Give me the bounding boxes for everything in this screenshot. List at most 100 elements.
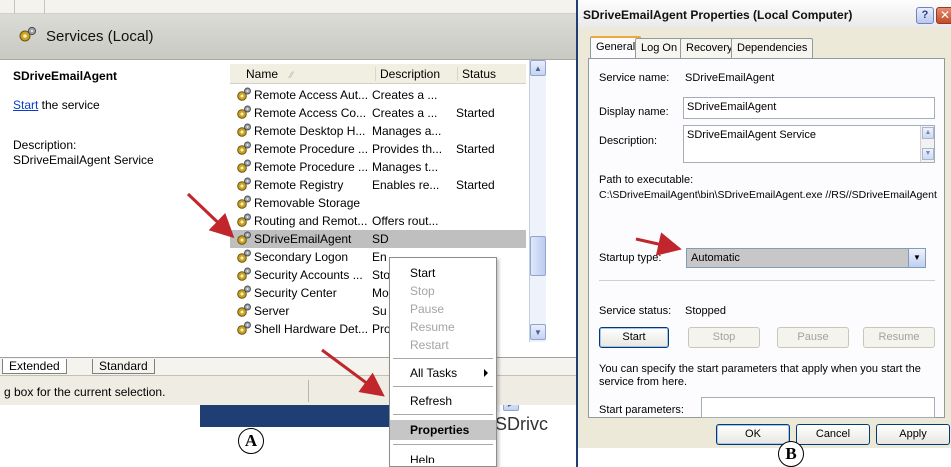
status-text: g box for the current selection. [4, 385, 166, 399]
row-description: SD [372, 232, 389, 246]
services-header: Services (Local) [0, 14, 578, 60]
service-gear-icon [236, 321, 252, 339]
menu-item-start[interactable]: Start [390, 264, 496, 282]
menu-item-properties[interactable]: Properties [390, 420, 496, 440]
row-description: En [372, 250, 387, 264]
gears-icon [18, 26, 38, 47]
row-name: Secondary Logon [254, 250, 349, 264]
path-value: C:\SDriveEmailAgent\bin\SDriveEmailAgent… [599, 189, 937, 201]
row-name: Routing and Remot... [254, 214, 368, 228]
start-params-input[interactable] [701, 397, 935, 418]
description-label: Description: [599, 135, 658, 147]
startup-type-value: Automatic [691, 252, 740, 264]
start-service-suffix: the service [38, 98, 100, 112]
table-row[interactable]: Remote Registry Enables re... Started [230, 176, 526, 194]
description-label: Description: [13, 138, 77, 152]
cancel-button[interactable]: Cancel [796, 424, 870, 445]
service-gear-icon [236, 141, 252, 159]
menu-item-pause: Pause [410, 302, 445, 316]
service-gear-icon [236, 213, 252, 231]
row-name: Remote Procedure ... [254, 142, 369, 156]
service-gear-icon [236, 285, 252, 303]
row-description: Creates a ... [372, 88, 438, 102]
column-header-status[interactable]: Status [458, 67, 524, 81]
row-description: Mo [372, 286, 389, 300]
tab-standard-label: Standard [99, 359, 148, 373]
row-name: Server [254, 304, 290, 318]
service-detail-pane: SDriveEmailAgent Start the service Descr… [0, 60, 226, 357]
scroll-down-button[interactable]: ▼ [922, 148, 934, 160]
row-name: Removable Storage [254, 196, 361, 210]
row-status: Started [456, 106, 495, 120]
tab-dependencies[interactable]: Dependencies [731, 38, 814, 58]
menu-item-help[interactable]: Help [390, 451, 496, 463]
menu-separator [393, 386, 493, 387]
description-field[interactable]: SDriveEmailAgent Service [683, 125, 935, 163]
dialog-title: SDriveEmailAgent Properties (Local Compu… [583, 8, 853, 22]
description-scrollbar[interactable]: ▲ ▼ [920, 126, 934, 162]
scroll-up-button[interactable]: ▲ [922, 127, 934, 139]
close-button[interactable]: ✕ [936, 7, 951, 24]
start-button[interactable]: Start [599, 327, 669, 348]
tab-standard[interactable]: Standard [92, 359, 155, 374]
row-description: Offers rout... [372, 214, 439, 228]
startup-type-select[interactable]: Automatic ▼ [686, 248, 926, 268]
table-row[interactable]: Remote Procedure ... Provides th... Starte… [230, 140, 526, 158]
scroll-up-button[interactable]: ▲ [530, 60, 546, 76]
row-name: Security Center [254, 286, 337, 300]
row-name: Remote Access Aut... [254, 88, 369, 102]
table-row[interactable]: Removable Storage [230, 194, 526, 212]
apply-button[interactable]: Apply [876, 424, 950, 445]
table-row[interactable]: Routing and Remot... Offers rout... [230, 212, 526, 230]
table-row[interactable]: Remote Procedure ... Manages t... [230, 158, 526, 176]
service-gear-icon [236, 231, 252, 249]
ok-button[interactable]: OK [716, 424, 790, 445]
table-row[interactable]: SDriveEmailAgent SD [230, 230, 526, 248]
row-name: Remote Desktop H... [254, 124, 366, 138]
tab-extended[interactable]: Extended [2, 359, 67, 374]
service-gear-icon [236, 195, 252, 213]
toolbar-strip [0, 0, 578, 14]
stop-button: Stop [688, 327, 760, 348]
scroll-down-button[interactable]: ▼ [530, 324, 546, 340]
menu-item-all-tasks[interactable]: All Tasks [390, 364, 496, 382]
background-area [0, 405, 200, 467]
table-row[interactable]: Remote Access Co... Creates a ... Started [230, 104, 526, 122]
services-window: Services (Local) SDriveEmailAgent Start … [0, 0, 578, 467]
display-name-field[interactable]: SDriveEmailAgent [683, 97, 935, 119]
service-gear-icon [236, 123, 252, 141]
tab-extended-label: Extended [9, 359, 60, 373]
column-header-name-label: Name [246, 67, 279, 81]
row-name: Security Accounts ... [254, 268, 363, 282]
general-tab-page: Service name: SDriveEmailAgent Display n… [588, 58, 945, 418]
row-description: Pro [372, 322, 391, 336]
row-description: Sto [372, 268, 391, 282]
column-header-description[interactable]: Description [376, 67, 458, 81]
row-description: Su [372, 304, 387, 318]
menu-separator [393, 414, 493, 415]
menu-item-all-tasks-label: All Tasks [410, 366, 458, 380]
tab-log-on[interactable]: Log On [635, 38, 684, 58]
row-description: Creates a ... [372, 106, 438, 120]
row-name: Remote Registry [254, 178, 344, 192]
tab-recovery[interactable]: Recovery [680, 38, 739, 58]
menu-item-refresh[interactable]: Refresh [390, 392, 496, 410]
annotation-label-b: B [778, 441, 804, 467]
help-button[interactable]: ? [916, 7, 934, 24]
sort-icon: ⁄⁄ [290, 70, 294, 80]
row-description: Enables re... [372, 178, 440, 192]
row-status: Started [456, 142, 495, 156]
chevron-down-icon[interactable]: ▼ [908, 249, 925, 267]
start-service-link[interactable]: Start [13, 98, 38, 112]
service-name-label: Service name: [599, 72, 670, 84]
dialog-titlebar: SDriveEmailAgent Properties (Local Compu… [578, 0, 951, 28]
scroll-thumb[interactable] [530, 236, 546, 276]
tab-general[interactable]: General [590, 36, 642, 59]
table-row[interactable]: Remote Access Aut... Creates a ... [230, 86, 526, 104]
column-header-name[interactable]: Name ⁄⁄ [242, 67, 376, 81]
table-row[interactable]: Remote Desktop H... Manages a... [230, 122, 526, 140]
start-params-label: Start parameters: [599, 404, 684, 416]
vertical-scrollbar[interactable]: ▲ ▼ [529, 60, 546, 342]
background-area [578, 448, 951, 467]
menu-separator [393, 444, 493, 445]
